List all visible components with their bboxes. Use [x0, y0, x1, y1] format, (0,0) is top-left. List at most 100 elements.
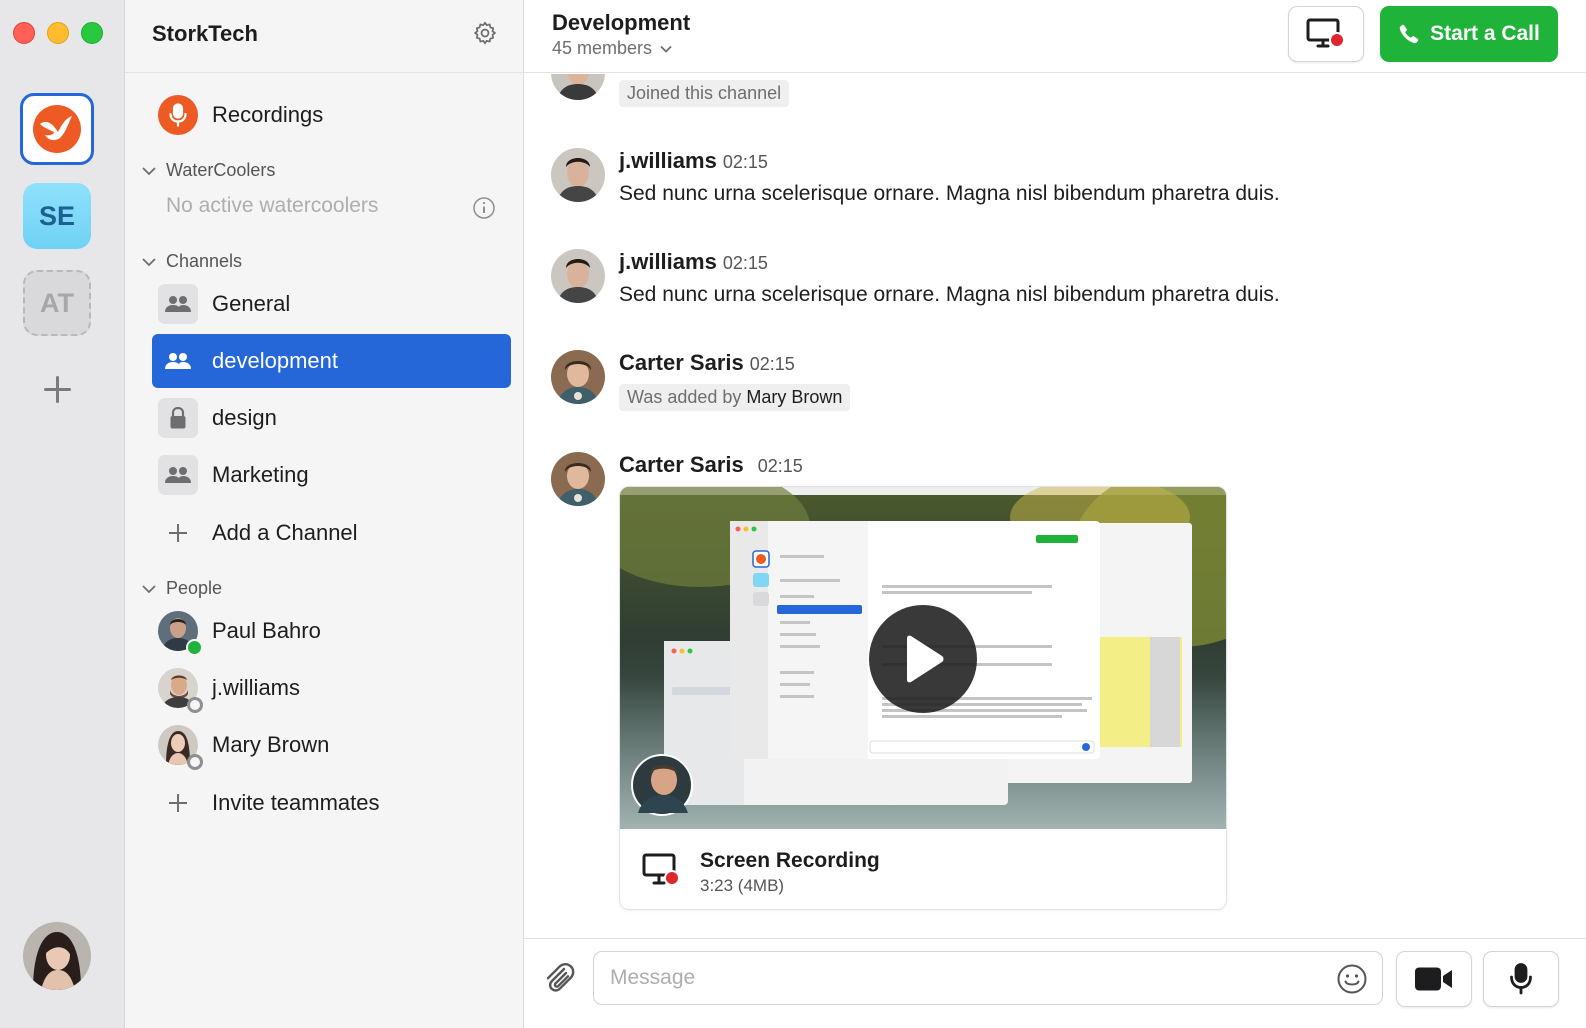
sidebar-header: StorkTech [125, 0, 524, 73]
sidebar-item-marketing[interactable]: Marketing [152, 448, 511, 502]
sidebar-item-design[interactable]: design [152, 391, 511, 445]
author-name: Carter Saris [619, 350, 744, 375]
avatar [551, 452, 605, 506]
section-people[interactable]: People [140, 578, 222, 599]
offline-status-indicator [187, 697, 203, 713]
channel-title: Development [552, 10, 691, 35]
sidebar: StorkTech Recordings WaterCoolers No act… [125, 0, 524, 1028]
section-header-label: People [166, 578, 223, 598]
chevron-down-icon [142, 584, 156, 593]
window-minimize-button[interactable] [47, 22, 69, 44]
message-author: Carter Saris 02:15 [619, 350, 795, 376]
sidebar-item-development[interactable]: development [152, 334, 511, 388]
system-event-actor[interactable]: Mary Brown [746, 387, 842, 407]
chevron-down-icon [660, 45, 672, 53]
message-time: 02:15 [749, 354, 795, 374]
system-event-pill: Joined this channel [619, 80, 790, 107]
sidebar-item-general[interactable]: General [152, 277, 511, 331]
microphone-icon [1510, 963, 1532, 995]
attachment-meta: 3:23 (4MB) [700, 876, 785, 895]
avatar [551, 350, 605, 404]
sidebar-person-j-williams[interactable]: j.williams [152, 661, 511, 715]
author-name: Carter Saris [619, 452, 744, 477]
attachment-title: Screen Recording [700, 849, 880, 872]
info-icon[interactable] [472, 196, 496, 220]
watercoolers-empty-text: No active watercoolers [166, 194, 379, 217]
system-event-text: Joined this channel [627, 83, 782, 103]
storktech-logo-icon [27, 100, 87, 158]
workspace-initials: SE [38, 200, 76, 231]
channel-header: Development 45 members Start a Call [524, 0, 1586, 73]
emoji-icon[interactable] [1336, 963, 1368, 995]
sidebar-item-recordings[interactable]: Recordings [152, 88, 511, 142]
avatar [551, 74, 605, 100]
sidebar-item-label: Invite teammates [212, 790, 380, 815]
online-status-indicator [186, 639, 203, 656]
sidebar-item-label: Add a Channel [212, 520, 358, 545]
sidebar-person-paul-bahro[interactable]: Paul Bahro [152, 604, 511, 658]
avatar [158, 611, 203, 656]
avatar [158, 668, 203, 713]
sidebar-person-mary-brown[interactable]: Mary Brown [152, 718, 511, 772]
phone-icon [1399, 24, 1419, 44]
start-call-button[interactable]: Start a Call [1380, 6, 1558, 62]
members-dropdown[interactable]: 45 members [552, 38, 674, 59]
workspace-se[interactable]: SE [23, 183, 91, 249]
message-author: j.williams 02:15 [619, 249, 768, 275]
members-count: 45 members [552, 38, 653, 58]
plus-icon [158, 783, 198, 823]
message-composer [524, 938, 1586, 1028]
user-avatar[interactable] [23, 922, 91, 990]
author-name: j.williams [619, 249, 717, 274]
section-watercoolers[interactable]: WaterCoolers [140, 160, 275, 181]
message-time: 02:15 [722, 253, 768, 273]
system-event-pill: Was added by Mary Brown [619, 384, 851, 411]
message-text: Sed nunc urna scelerisque ornare. Magna … [619, 283, 1280, 306]
lock-icon [158, 398, 198, 438]
gear-icon[interactable] [472, 20, 498, 46]
message-list[interactable]: Joined this channel j.williams 02:15 Sed … [524, 74, 1586, 936]
message-time: 02:15 [757, 456, 803, 476]
avatar [158, 725, 203, 770]
screen-recording-attachment[interactable]: Screen Recording 3:23 (4MB) [619, 486, 1227, 910]
microphone-icon [158, 95, 198, 135]
add-workspace-icon[interactable] [40, 372, 76, 408]
message-time: 02:15 [722, 152, 768, 172]
group-icon [158, 284, 198, 324]
avatar [551, 249, 605, 303]
video-camera-icon [1415, 967, 1452, 991]
sidebar-item-label: Recordings [212, 102, 324, 127]
section-channels[interactable]: Channels [140, 251, 242, 272]
video-thumbnail[interactable] [620, 487, 1226, 829]
workspace-rail: SE AT [0, 0, 125, 1028]
message-text: Sed nunc urna scelerisque ornare. Magna … [619, 182, 1280, 205]
video-message-button[interactable] [1396, 951, 1472, 1007]
workspace-initials: AT [40, 287, 74, 318]
avatar [551, 148, 605, 202]
workspace-storktech[interactable] [20, 93, 94, 165]
author-name: j.williams [619, 148, 717, 173]
message-input[interactable] [593, 951, 1383, 1005]
window-zoom-button[interactable] [81, 22, 103, 44]
message-author: Carter Saris 02:15 [619, 452, 803, 478]
main-panel: Development 45 members Start a Call Join… [524, 0, 1586, 1028]
screen-record-button[interactable] [1288, 6, 1364, 62]
play-icon [907, 635, 944, 683]
system-event-prefix: Was added by [627, 387, 742, 407]
invite-teammates-button[interactable]: Invite teammates [152, 776, 511, 830]
message-author: j.williams 02:15 [619, 148, 768, 174]
offline-status-indicator [187, 754, 203, 770]
workspace-title: StorkTech [152, 21, 258, 46]
play-button[interactable] [869, 605, 977, 713]
window-close-button[interactable] [13, 22, 35, 44]
chevron-down-icon [142, 166, 156, 175]
sidebar-item-label: General [212, 291, 291, 316]
workspace-at[interactable]: AT [23, 270, 91, 336]
paperclip-icon[interactable] [542, 961, 576, 995]
chevron-down-icon [142, 257, 156, 266]
add-channel-button[interactable]: Add a Channel [152, 506, 511, 560]
screen-record-icon [642, 853, 680, 886]
person-name: Mary Brown [212, 732, 330, 757]
voice-message-button[interactable] [1483, 951, 1559, 1007]
group-icon [158, 341, 198, 381]
